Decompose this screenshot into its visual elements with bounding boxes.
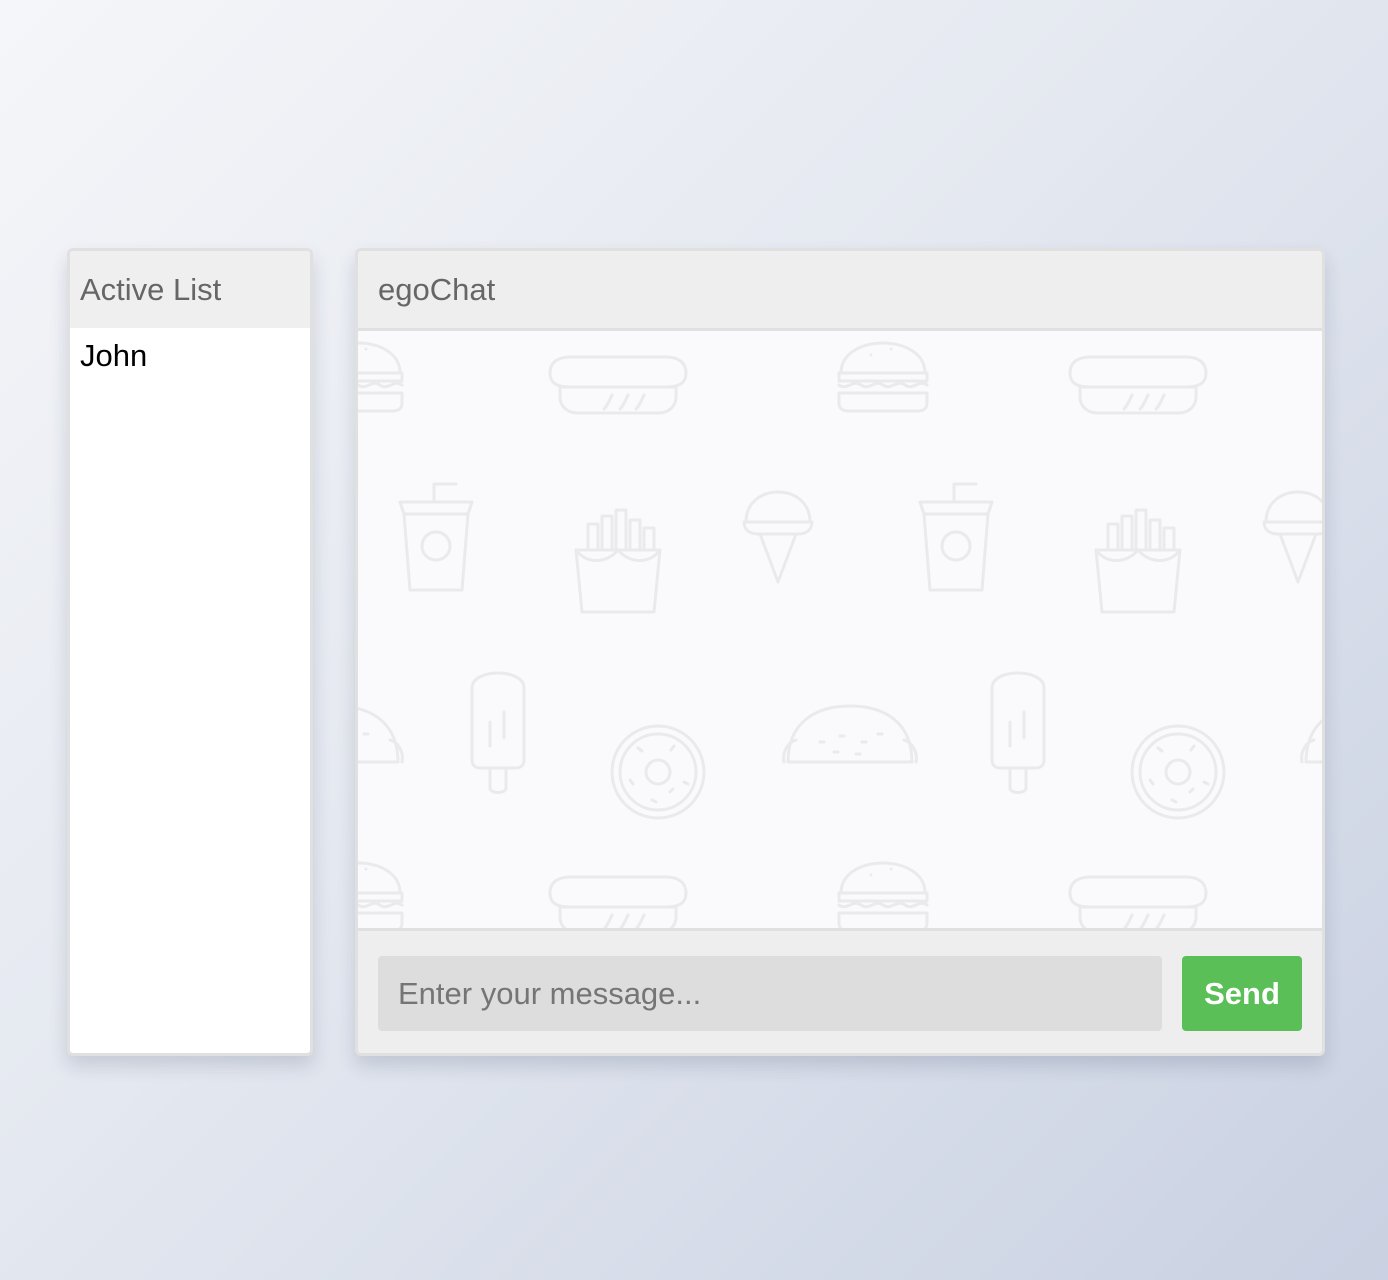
send-button[interactable]: Send	[1182, 956, 1302, 1031]
taco-icon	[1300, 704, 1322, 764]
food-pattern-background	[358, 341, 1322, 928]
burger-icon	[837, 861, 929, 928]
donut-icon	[1130, 724, 1226, 820]
fries-icon	[574, 508, 662, 614]
active-user-item[interactable]: John	[70, 328, 310, 374]
chat-header: egoChat	[358, 251, 1322, 328]
taco-icon	[358, 704, 404, 764]
burger-icon	[837, 341, 929, 413]
message-area[interactable]	[358, 328, 1322, 931]
active-list-panel: Active List John	[67, 248, 313, 1056]
donut-icon	[610, 724, 706, 820]
active-list-header: Active List	[70, 251, 310, 328]
message-input[interactable]	[378, 956, 1162, 1031]
active-list-title: Active List	[80, 271, 222, 307]
popsicle-icon	[470, 671, 526, 794]
ice-cream-cone-icon	[742, 490, 814, 584]
soda-cup-icon	[398, 482, 474, 592]
popsicle-icon	[990, 671, 1046, 794]
soda-cup-icon	[918, 482, 994, 592]
fries-icon	[1094, 508, 1182, 614]
hotdog-icon	[548, 875, 688, 928]
hotdog-icon	[1068, 355, 1208, 415]
chat-panel: egoChat Enter your message... Send	[355, 248, 1325, 1056]
hotdog-icon	[1068, 875, 1208, 928]
hotdog-icon	[548, 355, 688, 415]
burger-icon	[358, 341, 404, 413]
message-composer: Send	[358, 931, 1322, 1053]
chat-title: egoChat	[378, 271, 496, 307]
burger-icon	[358, 861, 404, 928]
ice-cream-cone-icon	[1262, 490, 1322, 584]
taco-icon	[782, 704, 918, 764]
